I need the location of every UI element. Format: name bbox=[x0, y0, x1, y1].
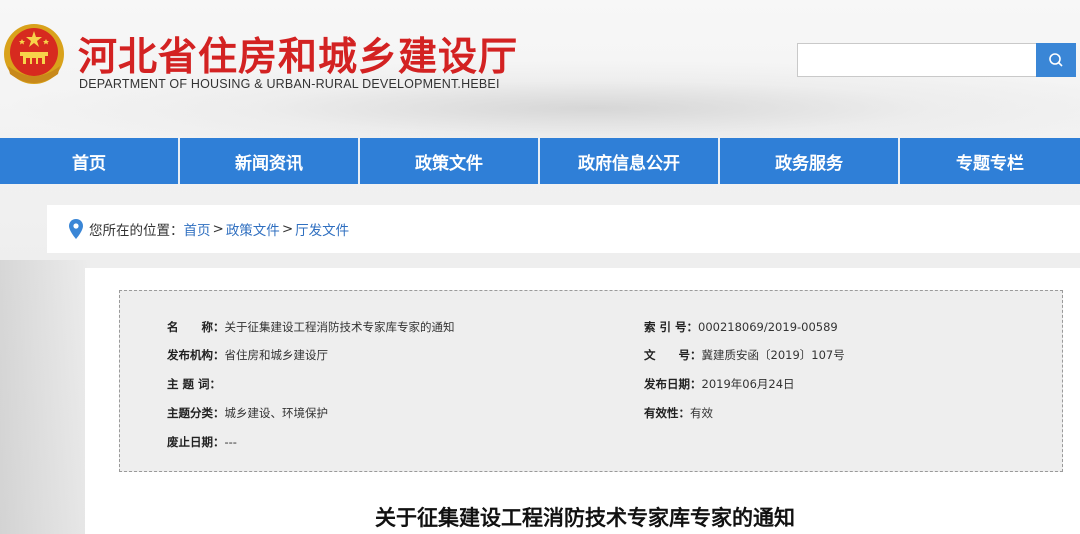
breadcrumb-prefix: 您所在的位置： bbox=[89, 223, 184, 239]
search-icon bbox=[1049, 53, 1063, 67]
search-button[interactable] bbox=[1036, 43, 1076, 77]
meta-name-value: 关于征集建设工程消防技术专家库专家的通知 bbox=[224, 320, 455, 334]
breadcrumb-link-policy[interactable]: 政策文件 bbox=[226, 219, 280, 239]
nav-item-policy-documents[interactable]: 政策文件 bbox=[360, 138, 541, 184]
meta-keywords: 主 题 词： bbox=[167, 376, 221, 392]
nav-item-home[interactable]: 首页 bbox=[0, 138, 181, 184]
meta-publisher-value: 省住房和城乡建设厅 bbox=[224, 348, 329, 362]
site-header: 河北省住房和城乡建设厅 DEPARTMENT OF HOUSING & URBA… bbox=[0, 0, 1080, 138]
meta-expiry-value: --- bbox=[224, 435, 237, 449]
nav-item-gov-services[interactable]: 政务服务 bbox=[720, 138, 901, 184]
meta-validity: 有效性：有效 bbox=[644, 405, 713, 421]
meta-docno-value: 冀建质安函〔2019〕107号 bbox=[701, 348, 845, 362]
breadcrumb: 您所在的位置： 首页 > 政策文件 > 厅发文件 bbox=[47, 205, 1080, 253]
meta-docno: 文 号：冀建质安函〔2019〕107号 bbox=[644, 347, 845, 363]
location-pin-icon bbox=[69, 219, 83, 239]
search-input[interactable] bbox=[797, 43, 1037, 77]
meta-publisher-label: 发布机构： bbox=[167, 348, 225, 362]
meta-index-value: 000218069/2019-00589 bbox=[698, 320, 838, 334]
content-card: 名 称：关于征集建设工程消防技术专家库专家的通知 索 引 号：000218069… bbox=[85, 268, 1080, 534]
meta-name-label: 名 称： bbox=[167, 320, 225, 334]
meta-date-label: 发布日期： bbox=[644, 377, 702, 391]
meta-date-value: 2019年06月24日 bbox=[701, 377, 795, 391]
breadcrumb-link-home[interactable]: 首页 bbox=[184, 219, 211, 239]
breadcrumb-separator: > bbox=[212, 221, 224, 237]
meta-index-label: 索 引 号： bbox=[644, 320, 699, 334]
meta-keywords-label: 主 题 词： bbox=[167, 377, 222, 391]
meta-validity-label: 有效性： bbox=[644, 406, 690, 420]
main-nav: 首页 新闻资讯 政策文件 政府信息公开 政务服务 专题专栏 bbox=[0, 138, 1080, 184]
meta-expiry: 废止日期：--- bbox=[167, 434, 237, 450]
meta-expiry-label: 废止日期： bbox=[167, 435, 225, 449]
document-metadata-box: 名 称：关于征集建设工程消防技术专家库专家的通知 索 引 号：000218069… bbox=[119, 290, 1063, 472]
breadcrumb-separator: > bbox=[281, 221, 294, 237]
breadcrumb-link-dept-documents[interactable]: 厅发文件 bbox=[295, 219, 349, 239]
meta-docno-label: 文 号： bbox=[644, 348, 702, 362]
meta-publisher: 发布机构：省住房和城乡建设厅 bbox=[167, 347, 328, 363]
meta-name: 名 称：关于征集建设工程消防技术专家库专家的通知 bbox=[167, 319, 455, 335]
nav-item-special-topics[interactable]: 专题专栏 bbox=[900, 138, 1080, 184]
meta-category-label: 主题分类： bbox=[167, 406, 225, 420]
meta-category-value: 城乡建设、环境保护 bbox=[224, 406, 329, 420]
national-emblem-icon bbox=[4, 24, 64, 84]
meta-validity-value: 有效 bbox=[690, 406, 713, 420]
site-title: 河北省住房和城乡建设厅 bbox=[78, 35, 519, 80]
meta-category: 主题分类：城乡建设、环境保护 bbox=[167, 405, 328, 421]
meta-index: 索 引 号：000218069/2019-00589 bbox=[644, 319, 838, 335]
site-subtitle: DEPARTMENT OF HOUSING & URBAN-RURAL DEVE… bbox=[79, 77, 500, 91]
meta-date: 发布日期：2019年06月24日 bbox=[644, 376, 795, 392]
nav-item-gov-info-disclosure[interactable]: 政府信息公开 bbox=[540, 138, 721, 184]
nav-item-news[interactable]: 新闻资讯 bbox=[180, 138, 361, 184]
article-title: 关于征集建设工程消防技术专家库专家的通知 bbox=[375, 506, 795, 530]
